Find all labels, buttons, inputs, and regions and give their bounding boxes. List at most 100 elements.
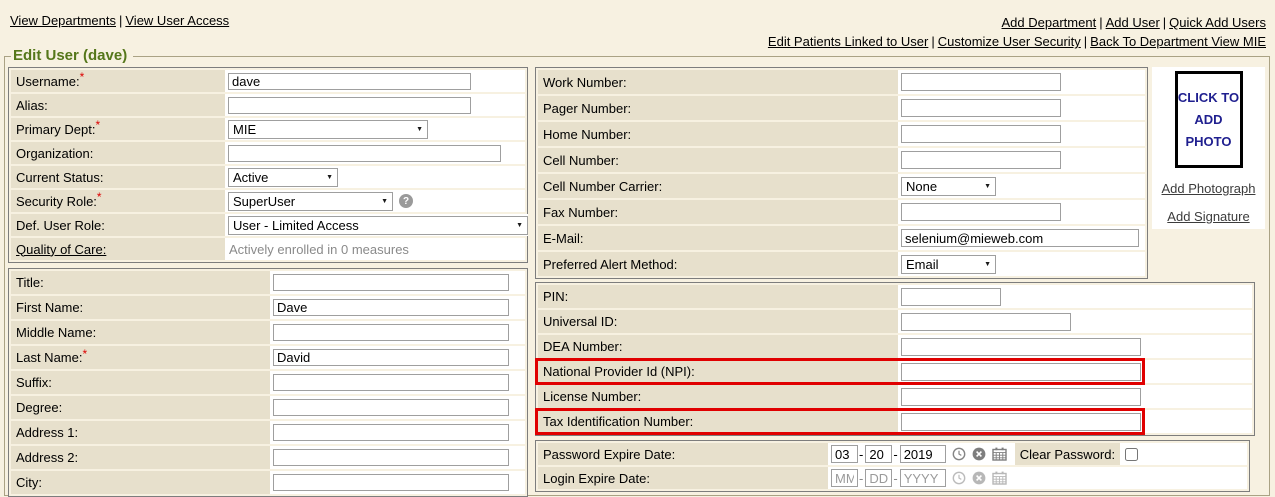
current-status-select[interactable]: Active▼ <box>228 168 338 187</box>
chevron-down-icon: ▼ <box>984 261 991 268</box>
link-back-to-department-view[interactable]: Back To Department View MIE <box>1090 34 1266 49</box>
cell-number-label: Cell Number: <box>543 153 619 168</box>
form-row-cell-carrier: Cell Number Carrier: None▼ <box>538 174 1145 198</box>
form-row-license-number: License Number: <box>538 385 1252 408</box>
first-name-input[interactable] <box>273 299 509 316</box>
calendar-icon[interactable] <box>992 447 1007 461</box>
link-add-user[interactable]: Add User <box>1106 15 1160 30</box>
password-expire-month-input[interactable] <box>831 445 858 463</box>
right-column: Work Number: Pager Number: Home Number: … <box>535 67 1271 492</box>
identifiers-table: PIN: Universal ID: DEA Number: National … <box>535 282 1255 436</box>
separator: | <box>119 13 122 28</box>
universal-id-label: Universal ID: <box>543 314 617 329</box>
username-input[interactable] <box>228 73 471 90</box>
clock-icon[interactable] <box>952 471 966 485</box>
form-row-password-expire: Password Expire Date: -- Clear Password: <box>538 443 1247 465</box>
form-row-alias: Alias: <box>11 94 525 116</box>
help-icon[interactable]: ? <box>399 194 413 208</box>
link-quick-add-users[interactable]: Quick Add Users <box>1169 15 1266 30</box>
address1-input[interactable] <box>273 424 509 441</box>
home-number-label: Home Number: <box>543 127 631 142</box>
login-expire-day-input[interactable] <box>865 469 892 487</box>
security-role-select[interactable]: SuperUser▼ <box>228 192 393 211</box>
login-expire-label: Login Expire Date: <box>543 471 650 486</box>
dea-number-input[interactable] <box>901 338 1141 356</box>
security-role-label: Security Role: <box>16 194 97 209</box>
pin-label: PIN: <box>543 289 568 304</box>
form-row-username: Username:* <box>11 70 525 92</box>
organization-input[interactable] <box>228 145 501 162</box>
form-row-security-role: Security Role:* SuperUser▼? <box>11 190 525 212</box>
form-row-suffix: Suffix: <box>11 371 525 394</box>
cell-carrier-select[interactable]: None▼ <box>901 177 996 196</box>
title-input[interactable] <box>273 274 509 291</box>
add-photo-placeholder[interactable]: CLICK TO ADD PHOTO <box>1175 71 1243 168</box>
password-expire-day-input[interactable] <box>865 445 892 463</box>
clear-date-icon[interactable] <box>972 447 986 461</box>
chevron-down-icon: ▼ <box>416 126 423 133</box>
separator: | <box>1084 34 1087 49</box>
cell-number-input[interactable] <box>901 151 1061 169</box>
form-row-login-expire: Login Expire Date: -- <box>538 467 1247 489</box>
username-label: Username: <box>16 74 80 89</box>
home-number-input[interactable] <box>901 125 1061 143</box>
universal-id-input[interactable] <box>901 313 1071 331</box>
last-name-label: Last Name: <box>16 350 82 365</box>
suffix-input[interactable] <box>273 374 509 391</box>
form-row-address2: Address 2: <box>11 446 525 469</box>
fax-number-input[interactable] <box>901 203 1061 221</box>
nav-right: Add Department|Add User|Quick Add Users … <box>768 13 1266 51</box>
login-expire-month-input[interactable] <box>831 469 858 487</box>
chevron-down-icon: ▼ <box>381 198 388 205</box>
add-signature-link[interactable]: Add Signature <box>1167 209 1249 224</box>
separator: | <box>1099 15 1102 30</box>
dates-table: Password Expire Date: -- Clear Password:… <box>535 440 1250 492</box>
clear-date-icon[interactable] <box>972 471 986 485</box>
link-customize-user-security[interactable]: Customize User Security <box>938 34 1081 49</box>
clock-icon[interactable] <box>952 447 966 461</box>
link-edit-patients-linked[interactable]: Edit Patients Linked to User <box>768 34 928 49</box>
alias-input[interactable] <box>228 97 471 114</box>
login-expire-year-input[interactable] <box>900 469 946 487</box>
form-row-pager-number: Pager Number: <box>538 96 1145 120</box>
work-number-input[interactable] <box>901 73 1061 91</box>
link-add-department[interactable]: Add Department <box>1002 15 1097 30</box>
date-separator: - <box>859 471 863 486</box>
required-marker: * <box>97 190 102 204</box>
separator: | <box>931 34 934 49</box>
chevron-down-icon: ▼ <box>516 222 523 229</box>
date-separator: - <box>859 447 863 462</box>
pager-number-input[interactable] <box>901 99 1061 117</box>
required-marker: * <box>95 118 100 132</box>
degree-input[interactable] <box>273 399 509 416</box>
form-row-dea-number: DEA Number: <box>538 335 1252 358</box>
alert-method-select[interactable]: Email▼ <box>901 255 996 274</box>
pin-input[interactable] <box>901 288 1001 306</box>
quality-of-care-link[interactable]: Quality of Care: <box>16 242 106 257</box>
middle-name-input[interactable] <box>273 324 509 341</box>
form-row-title: Title: <box>11 271 525 294</box>
calendar-icon[interactable] <box>992 471 1007 485</box>
last-name-input[interactable] <box>273 349 509 366</box>
link-view-departments[interactable]: View Departments <box>10 13 116 28</box>
def-user-role-select[interactable]: User - Limited Access▼ <box>228 216 528 235</box>
tax-id-label: Tax Identification Number: <box>543 414 693 429</box>
first-name-label: First Name: <box>16 300 83 315</box>
link-view-user-access[interactable]: View User Access <box>125 13 229 28</box>
password-expire-label: Password Expire Date: <box>543 447 675 462</box>
left-column: Username:* Alias: Primary Dept:* MIE▼ Or… <box>8 67 530 497</box>
add-photograph-link[interactable]: Add Photograph <box>1162 181 1256 196</box>
tax-id-input[interactable] <box>901 413 1141 431</box>
license-number-input[interactable] <box>901 388 1141 406</box>
npi-input[interactable] <box>901 363 1141 381</box>
form-row-pin: PIN: <box>538 285 1252 308</box>
city-input[interactable] <box>273 474 509 491</box>
primary-dept-select[interactable]: MIE▼ <box>228 120 428 139</box>
clear-password-checkbox[interactable] <box>1125 448 1138 461</box>
form-row-work-number: Work Number: <box>538 70 1145 94</box>
email-field[interactable] <box>901 229 1139 247</box>
address2-input[interactable] <box>273 449 509 466</box>
password-expire-year-input[interactable] <box>900 445 946 463</box>
form-row-email: E-Mail: <box>538 226 1145 250</box>
nav-right-row1: Add Department|Add User|Quick Add Users <box>768 13 1266 32</box>
